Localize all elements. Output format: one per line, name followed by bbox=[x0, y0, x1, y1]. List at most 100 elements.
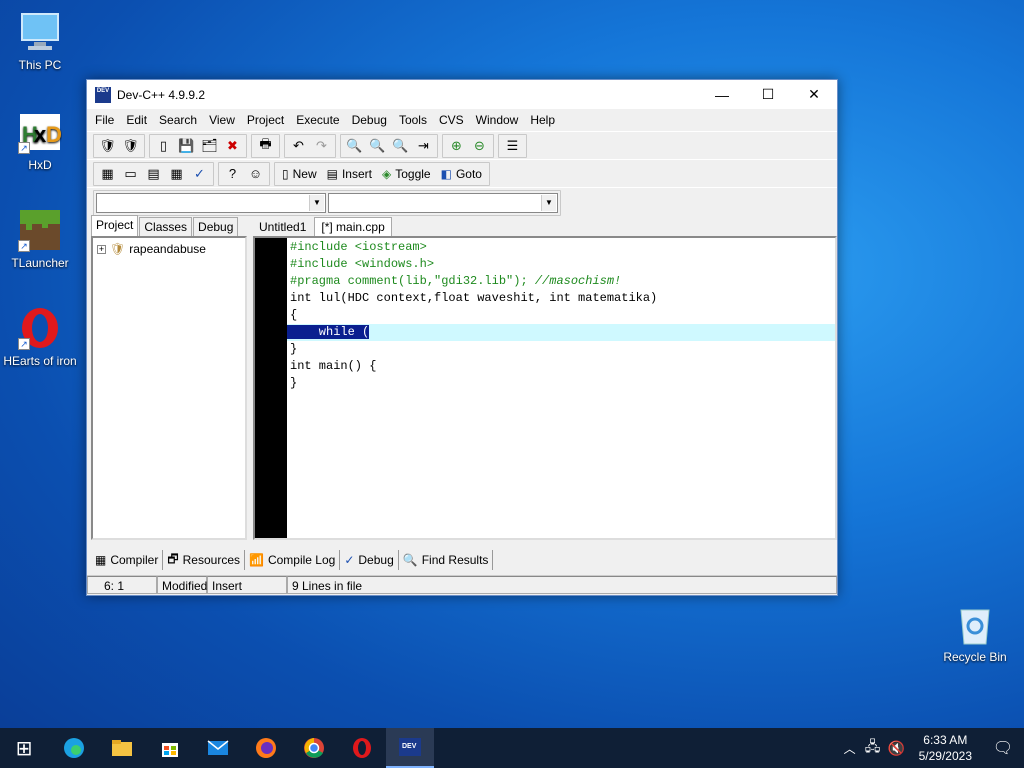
desktop-icon-hxd[interactable]: HxD ↗ HxD bbox=[0, 110, 80, 172]
open-project-icon[interactable]: 🛡 bbox=[96, 135, 119, 157]
toolbar-group-add: ⊕ ⊖ bbox=[442, 133, 494, 158]
close-button[interactable]: ✕ bbox=[791, 80, 837, 109]
project-options-icon[interactable]: ☰ bbox=[501, 135, 524, 157]
tab-compiler[interactable]: ▦ Compiler bbox=[91, 550, 164, 570]
class-combo[interactable]: ▼ bbox=[96, 192, 326, 213]
compile-run-icon[interactable]: ▤ bbox=[142, 163, 165, 185]
toolbar-group-search: 🔍 🔍 🔍 ⇥ bbox=[340, 133, 438, 158]
menu-project[interactable]: Project bbox=[241, 113, 290, 127]
resources-icon: 🗗 bbox=[167, 551, 179, 566]
menu-window[interactable]: Window bbox=[470, 113, 525, 127]
tab-project[interactable]: Project bbox=[91, 215, 139, 236]
compile-icon[interactable]: ▦ bbox=[96, 163, 119, 185]
toolbar-row-3: ▼ ▼ bbox=[87, 187, 837, 217]
desktop-icon-recycle-bin[interactable]: Recycle Bin bbox=[935, 602, 1015, 664]
menu-help[interactable]: Help bbox=[524, 113, 561, 127]
tab-debug[interactable]: Debug bbox=[193, 217, 239, 236]
run-icon[interactable]: ▭ bbox=[119, 163, 142, 185]
tab-debug-output[interactable]: ✓ Debug bbox=[340, 550, 399, 570]
mail-icon[interactable] bbox=[194, 728, 242, 768]
menu-view[interactable]: View bbox=[203, 113, 241, 127]
tab-untitled1[interactable]: Untitled1 bbox=[253, 218, 312, 236]
expand-icon[interactable]: + bbox=[97, 244, 106, 254]
new-file-icon[interactable]: ▯ bbox=[152, 135, 175, 157]
svg-text:D: D bbox=[46, 122, 62, 147]
tree-item-project[interactable]: + 🛡 rapeandabuse bbox=[97, 242, 241, 256]
compiler-icon: ▦ bbox=[95, 553, 107, 567]
tab-compile-log[interactable]: 📶 Compile Log bbox=[245, 550, 341, 570]
notification-icon[interactable]: 🗨 bbox=[982, 728, 1024, 768]
title-bar[interactable]: DEV Dev-C++ 4.9.9.2 — ☐ ✕ bbox=[87, 80, 837, 109]
tab-label: Find Results bbox=[421, 553, 489, 567]
chevron-up-icon[interactable]: ︿ bbox=[839, 728, 861, 768]
code-area[interactable]: #include <iostream> #include <windows.h>… bbox=[287, 238, 835, 538]
store-icon[interactable] bbox=[146, 728, 194, 768]
help-icon[interactable]: ? bbox=[221, 163, 244, 185]
insert-label: Insert bbox=[341, 166, 372, 181]
project-panel: Project Classes Debug + 🛡 rapeandabuse bbox=[91, 214, 247, 542]
print-icon[interactable]: 🖶 bbox=[254, 135, 277, 157]
rebuild-icon[interactable]: ▦ bbox=[165, 163, 188, 185]
desktop-icon-this-pc[interactable]: This PC bbox=[0, 10, 80, 72]
start-icon[interactable]: ⊞ bbox=[0, 728, 48, 768]
undo-icon[interactable]: ↶ bbox=[287, 135, 310, 157]
tab-classes[interactable]: Classes bbox=[139, 217, 193, 236]
find-icon[interactable]: 🔍 bbox=[343, 135, 366, 157]
code-comment: //masochism! bbox=[534, 274, 622, 288]
menu-debug[interactable]: Debug bbox=[346, 113, 393, 127]
menu-edit[interactable]: Edit bbox=[120, 113, 153, 127]
close-project-icon[interactable]: 🛡 bbox=[119, 135, 142, 157]
status-mode: Insert bbox=[207, 576, 287, 594]
menu-file[interactable]: File bbox=[89, 113, 120, 127]
save-icon[interactable]: 💾 bbox=[175, 135, 198, 157]
minimize-button[interactable]: — bbox=[699, 80, 745, 109]
replace-icon[interactable]: 🔍 bbox=[366, 135, 389, 157]
desktop-icon-label: This PC bbox=[18, 58, 62, 72]
goto-button[interactable]: ◧ Goto bbox=[436, 163, 487, 185]
file-explorer-icon[interactable] bbox=[98, 728, 146, 768]
code-line: } bbox=[290, 376, 298, 390]
volume-muted-icon[interactable]: 🔇 bbox=[885, 728, 909, 768]
member-combo[interactable]: ▼ bbox=[328, 192, 558, 213]
output-tabs: ▦ Compiler 🗗 Resources 📶 Compile Log ✓ Debug… bbox=[91, 548, 494, 572]
close-file-icon[interactable]: ✖ bbox=[221, 135, 244, 157]
menu-execute[interactable]: Execute bbox=[290, 113, 345, 127]
add-to-project-icon[interactable]: ⊕ bbox=[445, 135, 468, 157]
desktop-icon-hearts-of-iron[interactable]: ↗ HEarts of iron bbox=[0, 306, 80, 368]
desktop-icon-label: HEarts of iron bbox=[3, 354, 77, 368]
clock[interactable]: 6:33 AM 5/29/2023 bbox=[909, 732, 982, 764]
find-next-icon[interactable]: 🔍 bbox=[389, 135, 412, 157]
tab-resources[interactable]: 🗗 Resources bbox=[163, 550, 245, 570]
toggle-button[interactable]: ◈ Toggle bbox=[377, 163, 436, 185]
project-tree: + 🛡 rapeandabuse bbox=[91, 236, 247, 540]
insert-button[interactable]: ▤ Insert bbox=[322, 163, 377, 185]
toggle-bookmark-icon: ◈ bbox=[381, 166, 392, 181]
check-syntax-icon[interactable]: ✓ bbox=[188, 163, 211, 185]
menu-search[interactable]: Search bbox=[153, 113, 203, 127]
menu-tools[interactable]: Tools bbox=[393, 113, 433, 127]
opera-icon[interactable] bbox=[338, 728, 386, 768]
toolbar-group-project: 🛡 🛡 bbox=[93, 133, 145, 158]
redo-icon[interactable]: ↷ bbox=[310, 135, 333, 157]
about-icon[interactable]: ☺ bbox=[244, 163, 267, 185]
chrome-icon[interactable] bbox=[290, 728, 338, 768]
insert-icon: ▤ bbox=[326, 166, 338, 181]
save-all-icon[interactable]: 🗂 bbox=[198, 135, 221, 157]
tab-main-cpp[interactable]: [*] main.cpp bbox=[314, 217, 392, 236]
tab-find-results[interactable]: 🔍 Find Results bbox=[399, 550, 494, 570]
code-editor[interactable]: #include <iostream> #include <windows.h>… bbox=[253, 236, 837, 540]
goto-line-icon[interactable]: ⇥ bbox=[412, 135, 435, 157]
remove-from-project-icon[interactable]: ⊖ bbox=[468, 135, 491, 157]
maximize-button[interactable]: ☐ bbox=[745, 80, 791, 109]
firefox-icon[interactable] bbox=[242, 728, 290, 768]
status-bar: 6: 1 Modified Insert 9 Lines in file bbox=[87, 575, 837, 595]
new-class-button[interactable]: ▯ New bbox=[277, 163, 322, 185]
desktop-icon-tlauncher[interactable]: ↗ TLauncher bbox=[0, 208, 80, 270]
menu-cvs[interactable]: CVS bbox=[433, 113, 470, 127]
editor-gutter[interactable] bbox=[255, 238, 287, 538]
network-icon[interactable]: 🖧 bbox=[861, 728, 885, 768]
devcpp-icon[interactable]: DEV bbox=[386, 728, 434, 768]
toggle-label: Toggle bbox=[395, 166, 431, 181]
edge-icon[interactable] bbox=[50, 728, 98, 768]
clock-date: 5/29/2023 bbox=[918, 749, 972, 763]
